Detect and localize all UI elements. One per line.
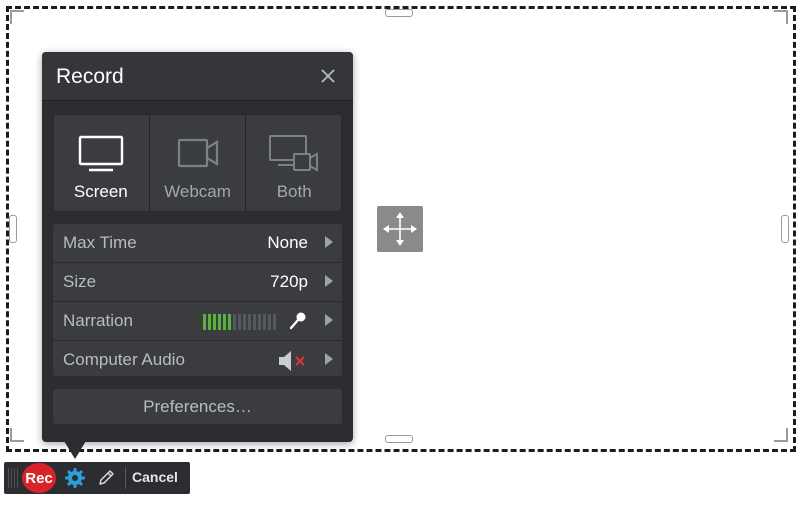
audio-level-meter (203, 314, 276, 330)
meter-bar (263, 314, 266, 330)
preferences-button[interactable]: Preferences… (53, 389, 342, 424)
cancel-button[interactable]: Cancel (132, 469, 178, 485)
recording-toolbar: Rec Cancel (4, 462, 190, 494)
resize-handle-top[interactable] (385, 9, 413, 17)
drag-grip-icon[interactable] (8, 468, 18, 488)
meter-bar (268, 314, 271, 330)
record-button[interactable]: Rec (22, 463, 56, 493)
pencil-icon (99, 470, 114, 485)
resize-handle-right[interactable] (781, 215, 789, 243)
setting-value: None (267, 233, 308, 252)
meter-bar (228, 314, 231, 330)
chevron-right-icon (325, 236, 333, 248)
chevron-right-icon (325, 275, 333, 287)
close-icon (321, 69, 335, 83)
panel-title: Record (56, 65, 124, 88)
monitor-icon (78, 135, 124, 172)
setting-label: Max Time (63, 233, 137, 252)
meter-bar (243, 314, 246, 330)
toolbar-divider (125, 467, 126, 489)
meter-bar (203, 314, 206, 330)
meter-bar (238, 314, 241, 330)
setting-label: Size (63, 272, 97, 291)
screen-and-webcam-icon (269, 135, 319, 172)
microphone-icon (289, 312, 306, 330)
settings-list: Max Time None Size 720p Narration Comput… (53, 224, 342, 376)
meter-bar (213, 314, 216, 330)
setting-label: Computer Audio (63, 350, 185, 369)
source-selector: Screen Webcam Both (53, 114, 342, 212)
source-screen-button[interactable]: Screen (53, 114, 149, 212)
corner-handle-bottom-left[interactable] (10, 428, 24, 442)
source-screen-label: Screen (73, 182, 128, 201)
corner-handle-top-left[interactable] (10, 10, 24, 24)
move-handle[interactable] (377, 206, 423, 252)
move-arrows-icon (383, 212, 417, 246)
setting-computer-audio[interactable]: Computer Audio (53, 341, 342, 376)
panel-header: Record (42, 52, 353, 101)
setting-size[interactable]: Size 720p (53, 263, 342, 302)
corner-handle-top-right[interactable] (774, 10, 788, 24)
meter-bar (273, 314, 276, 330)
meter-bar (258, 314, 261, 330)
close-button[interactable] (317, 65, 339, 87)
meter-bar (218, 314, 221, 330)
meter-bar (248, 314, 251, 330)
record-panel: Record Screen Webcam Both Max Time None … (42, 52, 353, 442)
setting-value: 720p (270, 272, 308, 291)
gear-icon (65, 468, 85, 488)
source-both-label: Both (276, 182, 312, 201)
source-webcam-label: Webcam (164, 182, 231, 201)
settings-button[interactable] (64, 467, 86, 489)
draw-button[interactable] (96, 468, 116, 488)
meter-bar (233, 314, 236, 330)
meter-bar (208, 314, 211, 330)
chevron-right-icon (325, 314, 333, 326)
setting-label: Narration (63, 311, 133, 330)
chevron-right-icon (325, 353, 333, 365)
resize-handle-bottom[interactable] (385, 435, 413, 443)
meter-bar (253, 314, 256, 330)
resize-handle-left[interactable] (9, 215, 17, 243)
meter-bar (223, 314, 226, 330)
panel-pointer (64, 441, 86, 459)
speaker-muted-icon (279, 351, 305, 371)
corner-handle-bottom-right[interactable] (774, 428, 788, 442)
webcam-icon (177, 138, 218, 168)
setting-max-time[interactable]: Max Time None (53, 224, 342, 263)
setting-narration[interactable]: Narration (53, 302, 342, 341)
source-webcam-button[interactable]: Webcam (148, 114, 246, 212)
source-both-button[interactable]: Both (245, 114, 342, 212)
